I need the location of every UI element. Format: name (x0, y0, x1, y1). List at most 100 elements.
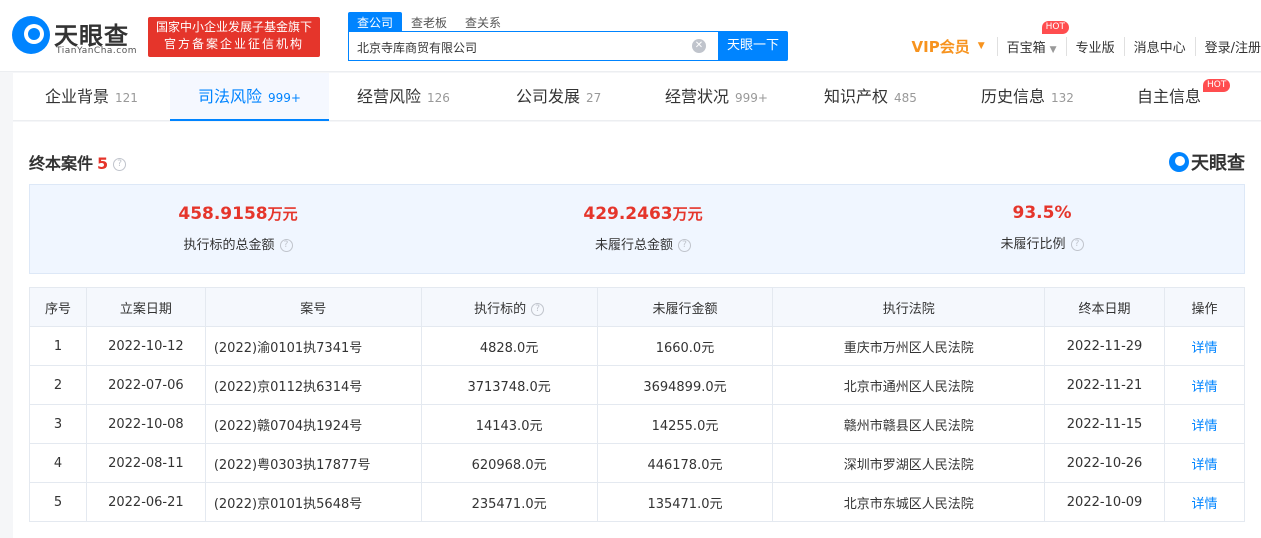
tab-operating-risk[interactable]: 经营风险 126 (357, 73, 450, 121)
tab-judicial-risk[interactable]: 司法风险 999+ (170, 73, 329, 121)
logo-eye-icon (12, 16, 50, 54)
question-icon[interactable]: ? (279, 239, 293, 252)
tab-history-info[interactable]: 历史信息 132 (981, 73, 1074, 121)
tab-enterprise-background[interactable]: 企业背景 121 (45, 73, 138, 121)
section-title-label: 终本案件 (29, 154, 94, 173)
tab-label: 公司发展 (516, 87, 581, 106)
stat-unit: 万元 (267, 205, 298, 223)
cell-court: 重庆市万州区人民法院 (772, 326, 1046, 366)
login-link[interactable]: 登录/注册 (1194, 36, 1261, 56)
details-link[interactable]: 详情 (1164, 365, 1245, 405)
stat-number: 93.5% (1012, 203, 1072, 223)
logo-eye-icon (1169, 152, 1189, 172)
col-header-exec-target: 执行标的? (420, 287, 598, 327)
question-icon[interactable]: ? (531, 302, 545, 316)
tab-search-relation[interactable]: 查关系 (456, 12, 510, 31)
col-header-unfulfilled: 未履行金额 (596, 287, 774, 327)
cell-exec-target: 14143.0元 (420, 404, 598, 444)
col-header-label: 执行标的 (474, 301, 527, 317)
stat-total-amount: 458.9158万元 执行标的总金额? (108, 203, 368, 253)
top-header: 天眼查 TianYanCha.com 国家中小企业发展子基金旗下 官方备案企业征… (0, 0, 1261, 72)
tab-search-company[interactable]: 查公司 (348, 12, 403, 31)
tab-company-development[interactable]: 公司发展 27 (516, 73, 601, 121)
section-count: 5 (97, 154, 109, 173)
cell-final-date: 2022-11-21 (1044, 365, 1166, 405)
brand-logo[interactable]: 天眼查 TianYanCha.com (12, 14, 142, 60)
tab-count: 485 (894, 91, 917, 105)
details-link[interactable]: 详情 (1164, 482, 1245, 522)
col-header-case-number: 案号 (204, 287, 422, 327)
search-button[interactable]: 天眼一下 (718, 31, 788, 61)
stat-label: 未履行比例? (912, 233, 1172, 252)
cell-filing-date: 2022-06-21 (85, 482, 206, 522)
cell-case-number: (2022)京0112执6314号 (204, 365, 422, 405)
details-link[interactable]: 详情 (1164, 404, 1245, 444)
logo-domain: TianYanCha.com (56, 46, 138, 56)
tab-count: 27 (586, 91, 602, 105)
summary-stats: 458.9158万元 执行标的总金额? 429.2463万元 未履行总金额? 9… (29, 184, 1245, 274)
cell-case-number: (2022)赣0704执1924号 (204, 404, 422, 444)
tab-count: 132 (1051, 91, 1074, 105)
chevron-down-icon[interactable]: ▼ (978, 41, 985, 51)
question-icon[interactable]: ? (1070, 238, 1084, 251)
cases-table: 序号 立案日期 案号 执行标的? 未履行金额 执行法院 终本日期 操作 1 20… (29, 287, 1245, 522)
cell-unfulfilled: 3694899.0元 (596, 365, 774, 405)
baobao-label: 百宝箱 (1006, 40, 1046, 56)
details-link[interactable]: 详情 (1164, 443, 1245, 483)
cell-case-number: (2022)京0101执5648号 (204, 482, 422, 522)
tab-search-boss[interactable]: 查老板 (402, 12, 456, 31)
cell-unfulfilled: 1660.0元 (596, 326, 774, 366)
tab-label: 自主信息 (1137, 87, 1202, 106)
details-link[interactable]: 详情 (1164, 326, 1245, 366)
cell-final-date: 2022-10-26 (1044, 443, 1166, 483)
tab-self-info[interactable]: 自主信息 HOT (1137, 73, 1231, 121)
cell-filing-date: 2022-07-06 (85, 365, 206, 405)
question-icon[interactable]: ? (113, 158, 127, 171)
tab-count: 126 (427, 91, 450, 105)
official-badge: 国家中小企业发展子基金旗下 官方备案企业征信机构 (148, 17, 320, 57)
stat-label-text: 未履行比例 (1000, 237, 1066, 252)
tab-label: 司法风险 (198, 87, 263, 106)
cell-exec-target: 235471.0元 (420, 482, 598, 522)
watermark-text: 天眼查 (1191, 153, 1245, 174)
badge-line-1: 国家中小企业发展子基金旗下 (155, 20, 312, 34)
category-tabs: 企业背景 121 司法风险 999+ 经营风险 126 公司发展 27 经营状况 999+… (13, 73, 1261, 121)
search-tabs: 查公司 查老板 查关系 (348, 12, 510, 31)
col-header-court: 执行法院 (772, 287, 1046, 327)
cell-index: 2 (29, 365, 87, 405)
stat-number: 429.2463 (583, 204, 673, 224)
cell-index: 3 (29, 404, 87, 444)
tab-label: 经营风险 (357, 87, 422, 106)
stat-label: 未履行总金额? (513, 234, 773, 253)
clear-icon[interactable]: ✕ (692, 39, 706, 53)
cell-final-date: 2022-11-29 (1044, 326, 1166, 366)
table-row: 1 2022-10-12 (2022)渝0101执7341号 4828.0元 1… (29, 326, 1245, 366)
badge-line-2: 官方备案企业征信机构 (163, 37, 304, 51)
tab-operating-status[interactable]: 经营状况 999+ (665, 73, 768, 121)
stat-unfulfilled-amount: 429.2463万元 未履行总金额? (513, 203, 773, 253)
top-nav: VIP会员 ▼ 百宝箱 ▼ HOT 专业版 消息中心 登录/注册 (912, 20, 1261, 57)
hot-badge: HOT (1203, 79, 1231, 92)
cell-filing-date: 2022-08-11 (85, 443, 206, 483)
final-cases-panel: 终本案件 5? 天眼查 458.9158万元 执行标的总金额? 429.2463万… (13, 122, 1261, 538)
tab-intellectual-property[interactable]: 知识产权 485 (824, 73, 917, 121)
pro-version-link[interactable]: 专业版 (1065, 36, 1124, 56)
table-row: 5 2022-06-21 (2022)京0101执5648号 235471.0元… (29, 482, 1245, 522)
question-icon[interactable]: ? (678, 239, 691, 252)
stat-number: 458.9158 (178, 204, 268, 224)
cell-exec-target: 3713748.0元 (420, 365, 598, 405)
message-center-link[interactable]: 消息中心 (1123, 36, 1195, 56)
tab-count: 999+ (735, 91, 768, 105)
cell-index: 4 (29, 443, 87, 483)
search-input[interactable]: 北京寺库商贸有限公司 ✕ (348, 31, 718, 61)
cell-court: 北京市通州区人民法院 (772, 365, 1046, 405)
baobao-menu[interactable]: 百宝箱 ▼ HOT (996, 20, 1069, 56)
cell-court: 深圳市罗湖区人民法院 (772, 443, 1046, 483)
stat-label: 执行标的总金额? (108, 234, 368, 253)
table-row: 2 2022-07-06 (2022)京0112执6314号 3713748.0… (29, 365, 1245, 405)
col-header-action: 操作 (1164, 287, 1245, 327)
tab-label: 知识产权 (824, 87, 889, 106)
search-input-value[interactable]: 北京寺库商贸有限公司 (357, 39, 677, 56)
hot-badge: HOT (1041, 20, 1069, 34)
vip-link[interactable]: VIP会员 (912, 36, 978, 57)
